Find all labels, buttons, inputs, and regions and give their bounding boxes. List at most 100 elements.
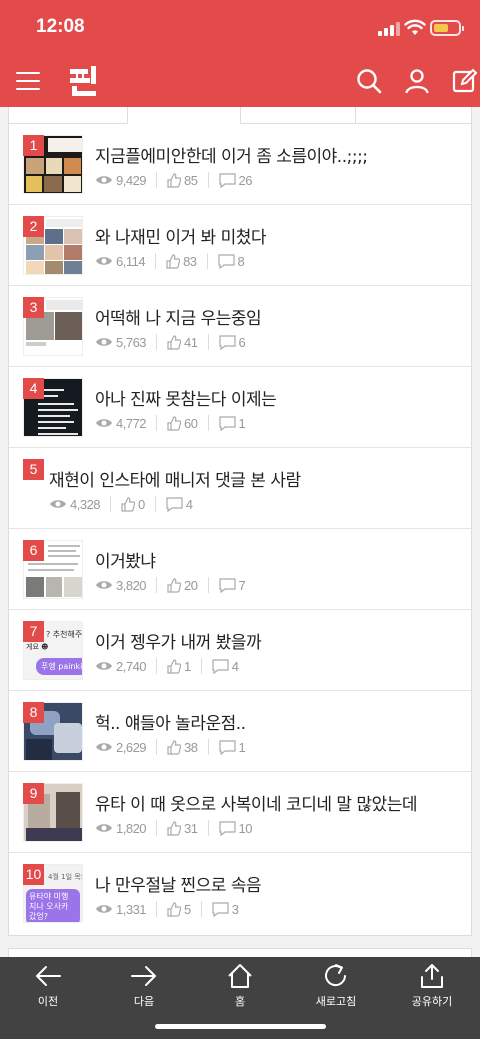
eye-icon (96, 176, 112, 184)
home-label: 홈 (234, 995, 246, 1008)
post-title[interactable]: 어떡해 나 지금 우는중임 (95, 304, 262, 329)
comment-count: 10 (238, 820, 253, 836)
comment-count: 26 (238, 172, 253, 188)
write-icon[interactable] (452, 68, 478, 94)
post-stats: 9,429 85 26 (95, 172, 253, 188)
post-title[interactable]: 아나 진짜 못참는다 이제는 (95, 385, 277, 410)
tab-2-active[interactable] (127, 107, 241, 124)
battery-icon (430, 20, 464, 36)
view-count: 4,772 (116, 415, 147, 431)
share-icon (421, 964, 443, 988)
eye-icon (50, 500, 66, 508)
search-icon[interactable] (356, 68, 382, 94)
tab-1[interactable] (9, 107, 127, 124)
comment-icon (218, 334, 236, 350)
post-stats: 1,331 5 3 (95, 901, 239, 917)
like-count: 5 (184, 901, 191, 917)
thumbs-up-icon (167, 172, 182, 188)
view-count: 1,331 (116, 901, 147, 917)
post-title[interactable]: 지금플에미안한데 이거 좀 소름이야..;;;; (95, 142, 368, 167)
like-count: 83 (183, 253, 197, 269)
comment-icon (218, 172, 236, 188)
list-item[interactable]: 9 유타 이 때 옷으로 사복이네 코디네 말 많았는데 1,820 31 10 (9, 772, 471, 853)
comment-icon (218, 820, 236, 836)
share-button[interactable]: 공유하기 (384, 963, 480, 1019)
list-item[interactable]: 3 어떡해 나 지금 우는중임 5,763 41 6 (9, 286, 471, 367)
post-title[interactable]: 재현이 인스타에 매니저 댓글 본 사람 (49, 466, 301, 491)
like-count: 41 (184, 334, 198, 350)
refresh-button[interactable]: 새로고침 (288, 963, 384, 1019)
post-stats: 4,772 60 1 (95, 415, 246, 431)
rank-badge: 5 (23, 459, 44, 480)
like-count: 1 (184, 658, 191, 674)
post-stats: 4,328 0 4 (49, 496, 193, 512)
list-item[interactable]: 8 헉.. 얘들아 놀라운점.. 2,629 38 1 (9, 691, 471, 772)
list-item[interactable]: 5 재현이 인스타에 매니저 댓글 본 사람 4,328 0 4 (9, 448, 471, 529)
post-title[interactable]: 이거봤냐 (95, 547, 156, 572)
menu-icon[interactable] (16, 72, 40, 90)
status-bar: 12:08 (0, 0, 480, 56)
view-count: 6,114 (116, 253, 146, 269)
view-count: 2,629 (116, 739, 147, 755)
list-item[interactable]: ? 추천해주세 게요 ☻ 푸엥 painkiller 7 이거 젱우가 내꺼 봤… (9, 610, 471, 691)
comment-count: 4 (185, 496, 193, 512)
forward-button[interactable]: 다음 (96, 963, 192, 1019)
thumbs-up-icon (167, 415, 182, 431)
comment-icon (212, 658, 229, 674)
app-header: 12:08 (0, 0, 480, 107)
tab-4[interactable] (355, 107, 471, 124)
thumb-caption: ? 추천해주세 (46, 630, 83, 639)
thumbs-up-icon (121, 496, 136, 512)
like-count: 20 (184, 577, 198, 593)
thumbs-up-icon (167, 901, 182, 917)
eye-icon (96, 419, 112, 427)
comment-count: 1 (238, 415, 246, 431)
comment-count: 1 (238, 739, 246, 755)
list-item[interactable]: 4 아나 진짜 못참는다 이제는 4,772 60 1 (9, 367, 471, 448)
refresh-icon (325, 964, 346, 987)
post-title[interactable]: 나 만우절날 찐으로 속음 (95, 871, 262, 896)
post-title[interactable]: 이거 젱우가 내꺼 봤을까 (95, 628, 262, 653)
tab-3[interactable] (241, 107, 355, 124)
cellular-signal-icon (378, 22, 400, 36)
thumbs-up-icon (167, 577, 182, 593)
thumb-bubble: 유타야 미행 지나 오사카 갔엉? (26, 889, 80, 922)
thumb-caption: 4월 1일 목요일 (48, 873, 82, 881)
rank-badge: 7 (23, 621, 44, 642)
logo[interactable] (66, 64, 100, 98)
like-count: 0 (138, 496, 145, 512)
rank-badge: 9 (23, 783, 44, 804)
rank-badge: 2 (23, 216, 44, 237)
refresh-label: 새로고침 (315, 995, 357, 1008)
post-stats: 5,763 41 6 (95, 334, 246, 350)
rank-badge: 4 (23, 378, 44, 399)
post-stats: 3,820 20 7 (95, 577, 246, 593)
status-time: 12:08 (36, 16, 85, 37)
home-icon (228, 964, 252, 988)
post-stats: 2,629 38 1 (95, 739, 246, 755)
post-title[interactable]: 헉.. 얘들아 놀라운점.. (95, 709, 246, 734)
wifi-icon (404, 19, 426, 35)
user-icon[interactable] (404, 68, 430, 94)
post-title[interactable]: 와 나재민 이거 봐 미쳤다 (95, 223, 267, 248)
comment-count: 4 (231, 658, 239, 674)
arrow-right-icon (131, 966, 156, 986)
eye-icon (96, 581, 112, 589)
thumbs-up-icon (167, 658, 182, 674)
list-item[interactable]: 1 지금플에미안한데 이거 좀 소름이야..;;;; 9,429 85 26 (9, 124, 471, 205)
thumb-caption: 게요 ☻ (26, 643, 49, 651)
like-count: 60 (184, 415, 198, 431)
home-button[interactable]: 홈 (192, 963, 288, 1019)
comment-icon (218, 739, 236, 755)
rank-badge: 3 (23, 297, 44, 318)
post-stats: 6,114 83 8 (95, 253, 245, 269)
home-indicator (155, 1024, 326, 1029)
list-item[interactable]: 4월 1일 목요일 유타야 미행 지나 오사카 갔엉? 10 나 만우절날 찐으… (9, 853, 471, 934)
back-button[interactable]: 이전 (0, 963, 96, 1019)
nav-bar (0, 56, 480, 107)
list-item[interactable]: 2 와 나재민 이거 봐 미쳤다 6,114 83 8 (9, 205, 471, 286)
post-stats: 1,820 31 10 (95, 820, 253, 836)
post-title[interactable]: 유타 이 때 옷으로 사복이네 코디네 말 많았는데 (95, 790, 418, 815)
list-item[interactable]: 6 이거봤냐 3,820 20 7 (9, 529, 471, 610)
comment-icon (218, 577, 236, 593)
